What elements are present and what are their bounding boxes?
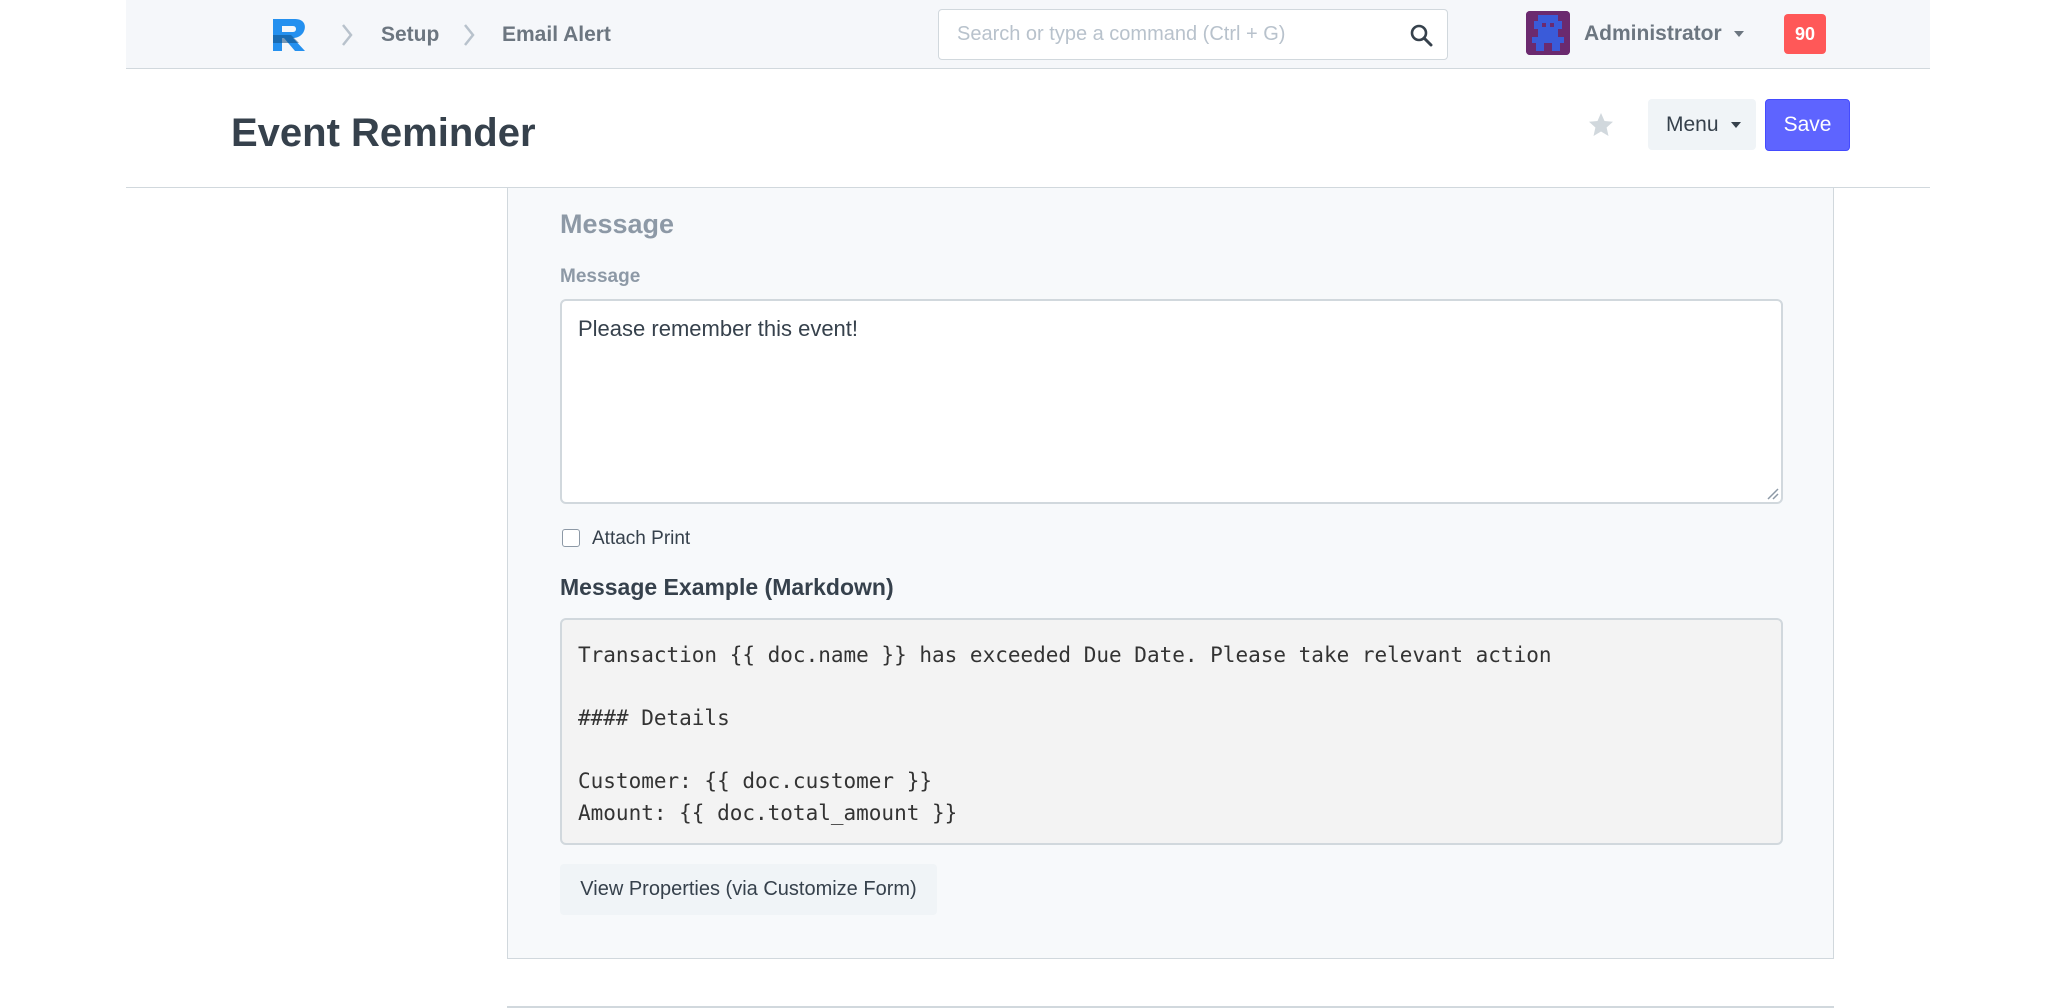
navbar: Setup Email Alert Administrator 90	[126, 0, 1930, 69]
menu-button[interactable]: Menu	[1648, 99, 1756, 150]
save-button[interactable]: Save	[1765, 99, 1850, 151]
message-textarea[interactable]: Please remember this event!	[560, 299, 1783, 504]
attach-print-checkbox[interactable]	[562, 529, 580, 547]
attach-print-label[interactable]: Attach Print	[592, 527, 690, 551]
chevron-down-icon	[1734, 31, 1744, 37]
search-bar	[938, 9, 1448, 60]
breadcrumb-setup[interactable]: Setup	[381, 22, 439, 48]
app-logo-icon[interactable]	[269, 15, 311, 53]
avatar[interactable]	[1526, 11, 1570, 55]
page-head: Event Reminder Menu Save	[126, 69, 1930, 188]
chevron-down-icon	[1731, 122, 1741, 128]
section-heading: Message	[560, 209, 675, 239]
message-field-label: Message	[560, 266, 641, 287]
message-section: Message Message Please remember this eve…	[507, 188, 1834, 959]
notification-badge[interactable]: 90	[1784, 14, 1826, 54]
message-example-heading: Message Example (Markdown)	[560, 574, 894, 600]
chevron-right-icon	[464, 24, 475, 46]
resize-handle-icon[interactable]	[1763, 484, 1779, 500]
breadcrumb-email-alert[interactable]: Email Alert	[502, 22, 611, 48]
page-title: Event Reminder	[231, 111, 536, 155]
star-icon[interactable]	[1587, 111, 1615, 139]
user-menu[interactable]: Administrator	[1584, 21, 1722, 47]
search-icon[interactable]	[1409, 23, 1433, 47]
menu-button-label: Menu	[1666, 112, 1719, 136]
avatar-icon	[1526, 11, 1570, 55]
message-example-code: Transaction {{ doc.name }} has exceeded …	[560, 618, 1783, 845]
view-properties-button[interactable]: View Properties (via Customize Form)	[560, 864, 937, 915]
search-input[interactable]	[939, 10, 1399, 59]
chevron-right-icon	[342, 24, 353, 46]
